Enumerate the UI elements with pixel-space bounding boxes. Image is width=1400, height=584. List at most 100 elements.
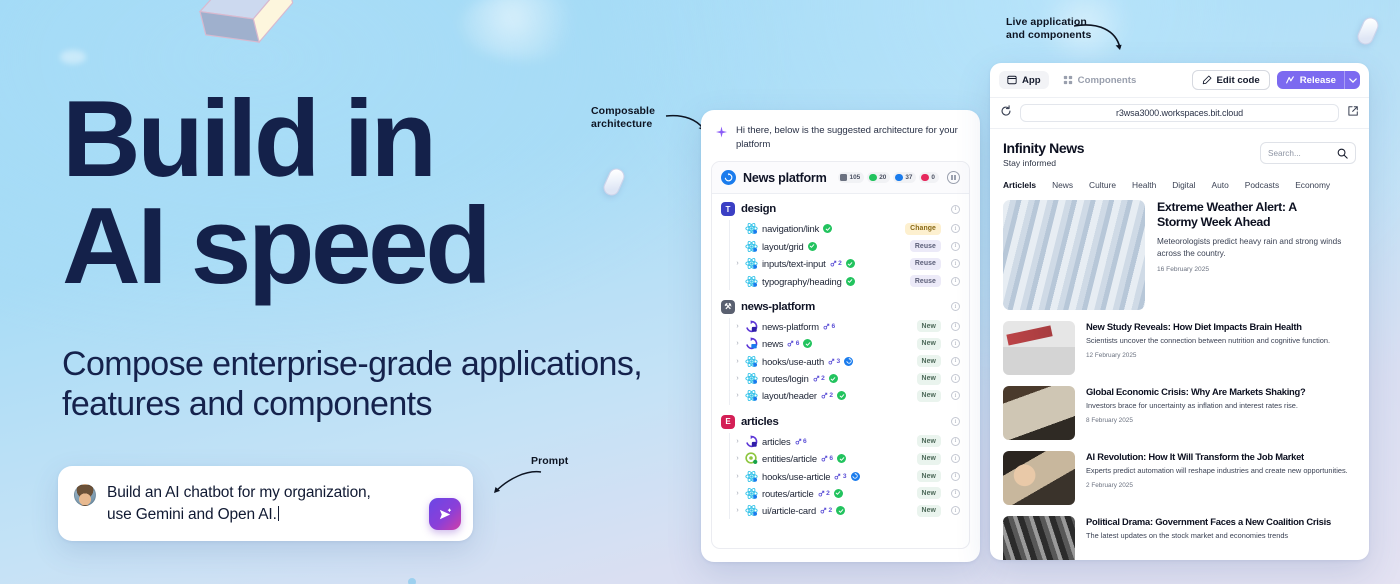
expand-caret-icon[interactable]: › <box>734 260 741 267</box>
component-row[interactable]: › hooks/use-auth 3 New i <box>730 352 969 369</box>
component-row[interactable]: › layout/header 2 New i <box>730 387 969 404</box>
release-dropdown-caret[interactable] <box>1344 71 1360 89</box>
group-info[interactable]: i <box>951 302 960 312</box>
article-title: Extreme Weather Alert: A Stormy Week Ahe… <box>1157 200 1297 230</box>
news-nav-item[interactable]: Auto <box>1212 180 1229 190</box>
component-info[interactable]: i <box>951 391 960 401</box>
expand-caret-icon[interactable]: › <box>734 438 741 445</box>
dependency-count-value: 3 <box>836 357 841 365</box>
info-icon[interactable]: i <box>951 302 960 312</box>
edit-code-button[interactable]: Edit code <box>1191 70 1270 90</box>
component-info[interactable]: i <box>951 321 960 331</box>
component-info[interactable]: i <box>951 339 960 349</box>
news-nav-item[interactable]: Health <box>1132 180 1156 190</box>
component-row[interactable]: › news 6 New i <box>730 335 969 352</box>
info-icon[interactable]: i <box>951 436 960 446</box>
expand-caret-icon[interactable]: › <box>734 358 741 365</box>
component-info[interactable]: i <box>951 506 960 516</box>
expand-caret-icon[interactable]: › <box>734 507 741 514</box>
info-icon[interactable]: i <box>951 259 960 269</box>
info-icon[interactable]: i <box>951 224 960 234</box>
news-nav-item[interactable]: News <box>1052 180 1073 190</box>
expand-caret-icon[interactable]: › <box>734 473 741 480</box>
news-nav-item[interactable]: Digital <box>1172 180 1195 190</box>
component-row[interactable]: layout/grid Reuse i <box>730 238 969 255</box>
group-info[interactable]: i <box>951 204 960 214</box>
article-list-item[interactable]: Global Economic Crisis: Why Are Markets … <box>1003 375 1356 440</box>
pause-button[interactable] <box>947 171 960 185</box>
group-header[interactable]: ⚒ news-platform i <box>712 298 969 318</box>
expand-caret-icon[interactable]: › <box>734 455 741 462</box>
preview-toolbar: App Components Edit code Release <box>990 63 1369 98</box>
component-row[interactable]: › hooks/use-article 3 New i <box>730 467 969 484</box>
component-row[interactable]: › routes/login 2 New i <box>730 370 969 387</box>
dependency-icon <box>818 490 824 497</box>
url-input[interactable]: r3wsa3000.workspaces.bit.cloud <box>1020 104 1339 122</box>
component-name: routes/article <box>762 487 814 499</box>
component-info[interactable]: i <box>951 224 960 234</box>
tab-components[interactable]: Components <box>1055 71 1145 89</box>
info-icon[interactable]: i <box>951 391 960 401</box>
search-input[interactable]: Search... <box>1260 142 1356 164</box>
component-info[interactable]: i <box>951 374 960 384</box>
open-external-button[interactable] <box>1347 104 1359 122</box>
component-info[interactable]: i <box>951 356 960 366</box>
chip-errors: 0 <box>919 172 939 183</box>
article-list-item[interactable]: Political Drama: Government Faces a New … <box>1003 505 1356 560</box>
info-icon[interactable]: i <box>951 488 960 498</box>
component-info[interactable]: i <box>951 436 960 446</box>
component-info[interactable]: i <box>951 488 960 498</box>
component-info[interactable]: i <box>951 276 960 286</box>
info-icon[interactable]: i <box>951 356 960 366</box>
hero-section: Build in AI speed Compose enterprise-gra… <box>62 85 702 424</box>
chevron-down-icon <box>1348 77 1357 83</box>
article-summary: The latest updates on the stock market a… <box>1086 531 1289 541</box>
component-info[interactable]: i <box>951 241 960 251</box>
release-button[interactable]: Release <box>1276 71 1360 89</box>
component-row[interactable]: typography/heading Reuse i <box>730 272 969 289</box>
expand-caret-icon[interactable]: › <box>734 323 741 330</box>
status-ok-icon <box>828 374 838 384</box>
component-info[interactable]: i <box>951 259 960 269</box>
group-header[interactable]: T design i <box>712 200 969 220</box>
component-row[interactable]: › inputs/text-input 2 Reuse i <box>730 255 969 272</box>
component-type-icon <box>745 452 758 465</box>
component-row[interactable]: › routes/article 2 New i <box>730 485 969 502</box>
info-icon[interactable]: i <box>951 204 960 214</box>
featured-article[interactable]: Extreme Weather Alert: A Stormy Week Ahe… <box>1003 200 1356 310</box>
news-nav-item[interactable]: Articlels <box>1003 180 1036 190</box>
info-icon[interactable]: i <box>951 339 960 349</box>
info-icon[interactable]: i <box>951 454 960 464</box>
component-row[interactable]: navigation/link Change i <box>730 220 969 237</box>
send-button[interactable] <box>429 498 461 530</box>
tab-app[interactable]: App <box>999 71 1049 89</box>
group-info[interactable]: i <box>951 417 960 427</box>
info-icon[interactable]: i <box>951 276 960 286</box>
expand-caret-icon[interactable]: › <box>734 340 741 347</box>
component-info[interactable]: i <box>951 471 960 481</box>
info-icon[interactable]: i <box>951 374 960 384</box>
component-row[interactable]: › articles 6 New i <box>730 433 969 450</box>
info-icon[interactable]: i <box>951 471 960 481</box>
prompt-input-box[interactable]: Build an AI chatbot for my organization,… <box>58 466 473 541</box>
info-icon[interactable]: i <box>951 506 960 516</box>
prompt-input[interactable]: Build an AI chatbot for my organization,… <box>107 482 371 526</box>
news-nav-item[interactable]: Podcasts <box>1245 180 1279 190</box>
reload-button[interactable] <box>1000 104 1012 122</box>
info-icon[interactable]: i <box>951 241 960 251</box>
article-list-item[interactable]: AI Revolution: How It Will Transform the… <box>1003 440 1356 505</box>
expand-caret-icon[interactable]: › <box>734 490 741 497</box>
expand-caret-icon[interactable]: › <box>734 392 741 399</box>
info-icon[interactable]: i <box>951 417 960 427</box>
component-row[interactable]: › entities/article 6 New i <box>730 450 969 467</box>
expand-caret-icon[interactable]: › <box>734 375 741 382</box>
group-header[interactable]: E articles i <box>712 413 969 433</box>
component-info[interactable]: i <box>951 454 960 464</box>
component-row[interactable]: › news-platform 6 New i <box>730 318 969 335</box>
news-nav-item[interactable]: Economy <box>1295 180 1330 190</box>
info-icon[interactable]: i <box>951 321 960 331</box>
article-thumbnail <box>1003 200 1145 310</box>
news-nav-item[interactable]: Culture <box>1089 180 1116 190</box>
component-row[interactable]: › ui/article-card 2 New i <box>730 502 969 519</box>
article-list-item[interactable]: New Study Reveals: How Diet Impacts Brai… <box>1003 310 1356 375</box>
